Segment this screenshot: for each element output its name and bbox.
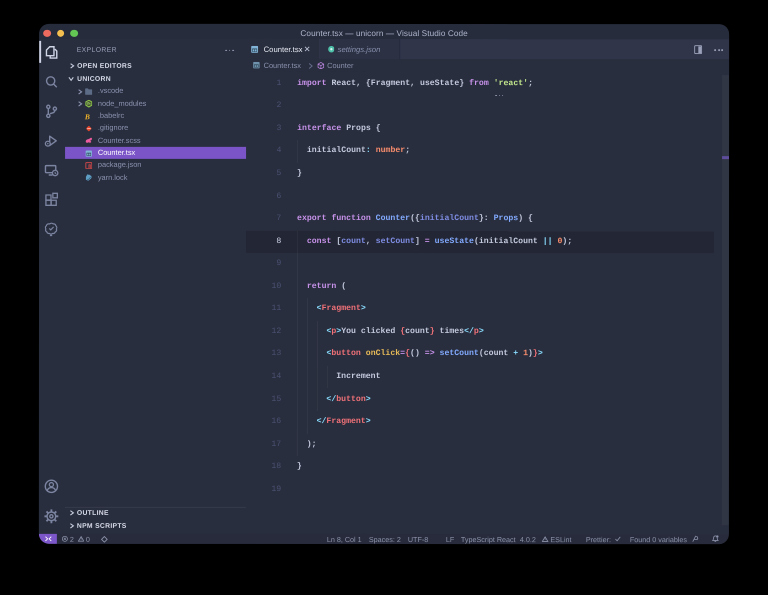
svg-text:B: B — [84, 113, 90, 121]
